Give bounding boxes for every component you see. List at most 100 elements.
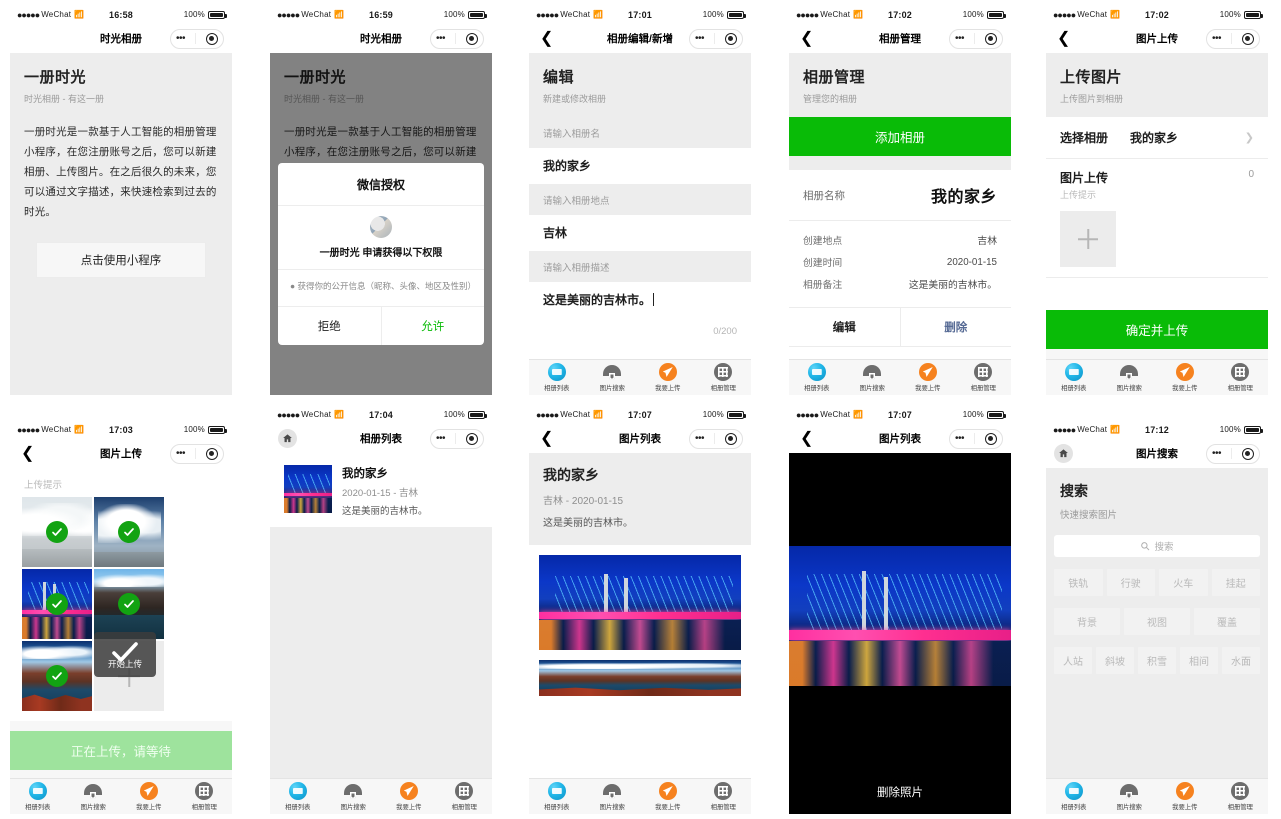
photo-item[interactable] [539,660,741,696]
tab-album-list[interactable]: 相册列表 [1046,360,1102,395]
tab-upload[interactable]: 我要上传 [1157,779,1213,814]
more-menu-icon[interactable]: ••• [955,433,965,444]
mini-program-capsule[interactable]: ••• [689,28,743,49]
search-tag[interactable]: 视图 [1124,608,1190,635]
tab-upload[interactable]: 我要上传 [640,779,696,814]
more-menu-icon[interactable]: ••• [436,33,446,44]
mini-program-capsule[interactable]: ••• [1206,443,1260,464]
refuse-button[interactable]: 拒绝 [278,307,382,345]
mini-program-capsule[interactable]: ••• [430,28,484,49]
home-icon[interactable] [278,429,297,448]
mini-program-capsule[interactable]: ••• [430,428,484,449]
search-tag[interactable]: 水面 [1222,647,1260,674]
tab-image-search[interactable]: 图片搜索 [585,779,641,814]
tab-upload[interactable]: 我要上传 [900,360,956,395]
back-icon[interactable]: ❮ [537,430,556,447]
tab-album-list[interactable]: 相册列表 [529,360,585,395]
more-menu-icon[interactable]: ••• [436,433,446,444]
search-tag[interactable]: 覆盖 [1194,608,1260,635]
back-icon[interactable]: ❮ [797,30,816,47]
close-program-icon[interactable] [1241,32,1254,45]
more-menu-icon[interactable]: ••• [955,33,965,44]
more-menu-icon[interactable]: ••• [695,33,705,44]
tab-upload[interactable]: 我要上传 [640,360,696,395]
tab-image-search[interactable]: 图片搜索 [1102,360,1158,395]
back-icon[interactable]: ❮ [1054,30,1073,47]
tab-image-search[interactable]: 图片搜索 [1102,779,1158,814]
photo-cell[interactable] [22,641,92,711]
search-tag[interactable]: 背景 [1054,608,1120,635]
close-program-icon[interactable] [205,447,218,460]
tab-album-list[interactable]: 相册列表 [10,779,66,814]
mini-program-capsule[interactable]: ••• [170,28,224,49]
select-album-row[interactable]: 选择相册 我的家乡 ❯ [1046,117,1268,159]
close-program-icon[interactable] [984,432,997,445]
close-program-icon[interactable] [205,32,218,45]
mini-program-capsule[interactable]: ••• [949,28,1003,49]
more-menu-icon[interactable]: ••• [1212,448,1222,459]
back-icon[interactable]: ❮ [537,30,556,47]
back-icon[interactable]: ❮ [797,430,816,447]
photo-full[interactable] [789,546,1011,686]
search-tag[interactable]: 斜坡 [1096,647,1134,674]
tab-album-list[interactable]: 相册列表 [529,779,585,814]
tab-upload[interactable]: 我要上传 [381,779,437,814]
more-menu-icon[interactable]: ••• [695,433,705,444]
tab-album-manage[interactable]: 相册管理 [1213,360,1269,395]
delete-album-button[interactable]: 删除 [901,308,1012,346]
tab-album-manage[interactable]: 相册管理 [1213,779,1269,814]
use-miniprogram-button[interactable]: 点击使用小程序 [36,242,206,278]
search-input[interactable]: 搜索 [1054,535,1260,557]
close-program-icon[interactable] [1241,447,1254,460]
add-photo-button[interactable] [1060,211,1116,267]
more-menu-icon[interactable]: ••• [176,448,186,459]
tab-album-manage[interactable]: 相册管理 [696,779,752,814]
search-tag[interactable]: 铁轨 [1054,569,1103,596]
tab-album-manage[interactable]: 相册管理 [177,779,233,814]
confirm-upload-button[interactable]: 确定并上传 [1046,310,1268,349]
delete-photo-button[interactable]: 删除照片 [789,770,1011,814]
photo-cell[interactable] [94,497,164,567]
edit-album-button[interactable]: 编辑 [789,308,901,346]
photo-item[interactable] [539,555,741,650]
list-item[interactable]: 我的家乡 2020-01-15 - 吉林 这是美丽的吉林市。 [270,453,492,529]
home-icon[interactable] [1054,444,1073,463]
search-tag[interactable]: 相间 [1180,647,1218,674]
tab-image-search[interactable]: 图片搜索 [326,779,382,814]
mini-program-capsule[interactable]: ••• [170,443,224,464]
album-name-input[interactable]: 我的家乡 [529,148,751,184]
close-program-icon[interactable] [724,432,737,445]
search-tag[interactable]: 火车 [1159,569,1208,596]
tab-image-search[interactable]: 图片搜索 [66,779,122,814]
tab-upload[interactable]: 我要上传 [1157,360,1213,395]
tab-upload[interactable]: 我要上传 [121,779,177,814]
photo-cell[interactable] [22,569,92,639]
search-tag[interactable]: 积雪 [1138,647,1176,674]
close-program-icon[interactable] [724,32,737,45]
tab-album-list[interactable]: 相册列表 [1046,779,1102,814]
album-desc-input[interactable]: 这是美丽的吉林市。 [529,282,751,318]
tab-image-search[interactable]: 图片搜索 [585,360,641,395]
search-tag[interactable]: 人站 [1054,647,1092,674]
close-program-icon[interactable] [465,432,478,445]
add-album-button[interactable]: 添加相册 [789,117,1011,156]
more-menu-icon[interactable]: ••• [176,33,186,44]
tab-album-list[interactable]: 相册列表 [270,779,326,814]
mini-program-capsule[interactable]: ••• [1206,28,1260,49]
tab-album-manage[interactable]: 相册管理 [437,779,493,814]
tab-album-manage[interactable]: 相册管理 [956,360,1012,395]
back-icon[interactable]: ❮ [18,445,37,462]
tab-album-manage[interactable]: 相册管理 [696,360,752,395]
search-tag[interactable]: 挂起 [1211,569,1260,596]
more-menu-icon[interactable]: ••• [1212,33,1222,44]
tab-album-list[interactable]: 相册列表 [789,360,845,395]
photo-cell[interactable] [22,497,92,567]
search-tag[interactable]: 行驶 [1106,569,1155,596]
mini-program-capsule[interactable]: ••• [949,428,1003,449]
close-program-icon[interactable] [984,32,997,45]
tab-image-search[interactable]: 图片搜索 [845,360,901,395]
mini-program-capsule[interactable]: ••• [689,428,743,449]
close-program-icon[interactable] [465,32,478,45]
allow-button[interactable]: 允许 [382,307,485,345]
photo-cell[interactable] [94,569,164,639]
